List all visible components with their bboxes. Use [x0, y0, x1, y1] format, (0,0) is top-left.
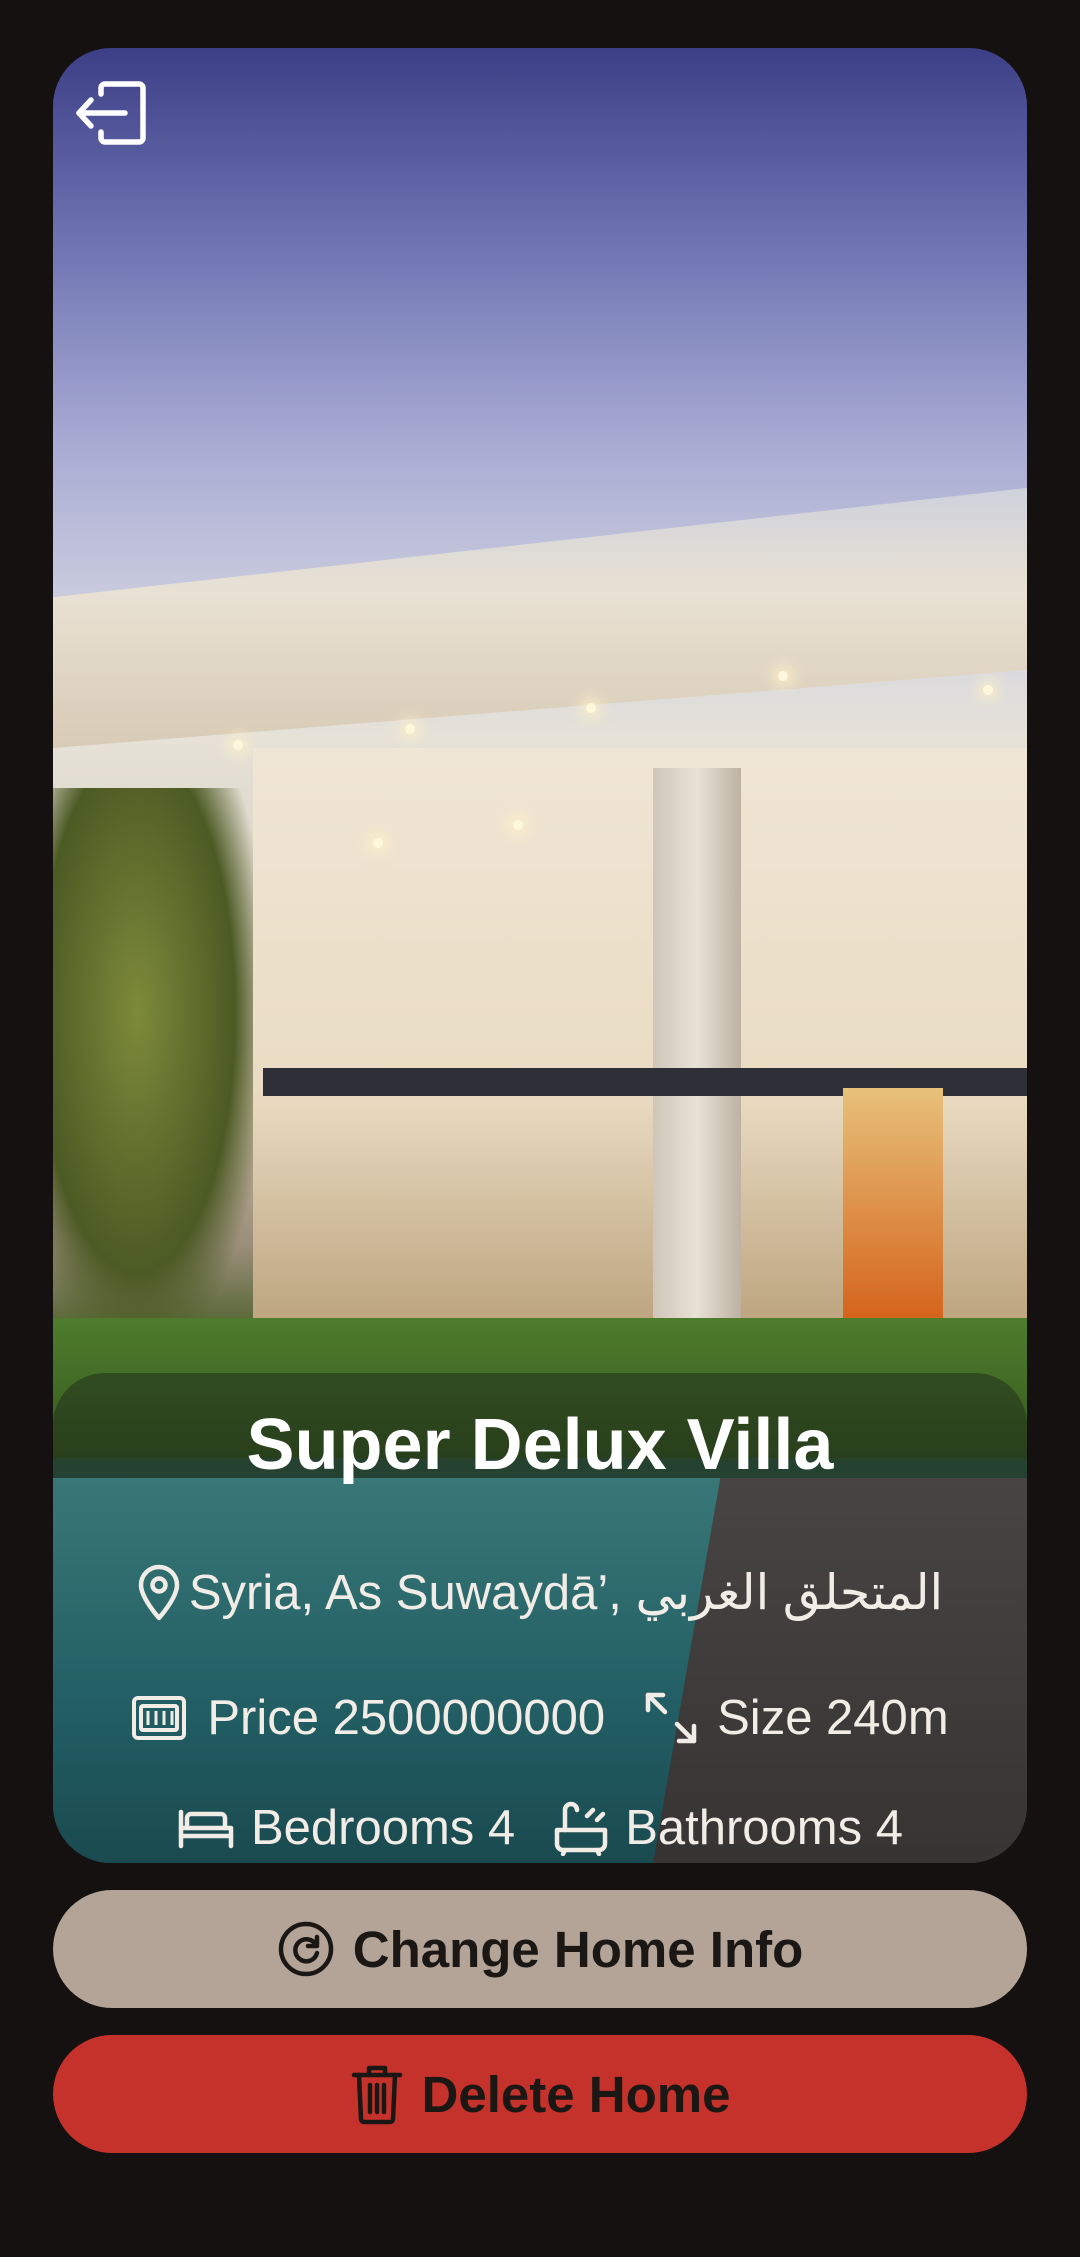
scene-light: [405, 724, 415, 734]
price-text: Price 2500000000: [207, 1691, 606, 1745]
home-title: Super Delux Villa: [246, 1405, 834, 1485]
scene-trees: [53, 788, 263, 1348]
location-text: Syria, As Suwaydā’, المتحلق الغربي: [188, 1566, 944, 1620]
bedrooms-text: Bedrooms 4: [250, 1801, 516, 1855]
change-home-info-label: Change Home Info: [352, 1920, 804, 1978]
scene-pillar: [653, 768, 741, 1348]
delete-home-button[interactable]: Delete Home: [53, 2035, 1027, 2153]
scene-light: [778, 671, 788, 681]
bathtub-icon: [554, 1801, 608, 1856]
logout-icon: [76, 81, 146, 145]
scene-light: [373, 838, 383, 848]
bathrooms-text: Bathrooms 4: [625, 1801, 903, 1855]
scene-light: [233, 740, 243, 750]
scene-roof: [53, 488, 1027, 748]
trash-icon: [351, 2065, 402, 2125]
delete-home-label: Delete Home: [421, 2065, 731, 2123]
size-text: Size 240m: [717, 1691, 949, 1745]
rooms-row: Bedrooms 4 Bathrooms 4: [53, 1798, 1027, 1858]
home-card: Super Delux Villa Syria, As Suwaydā’, ال…: [53, 48, 1027, 1863]
scene-door: [843, 1088, 943, 1318]
money-icon: [132, 1696, 187, 1740]
bed-icon: [178, 1809, 234, 1849]
change-home-info-button[interactable]: Change Home Info: [53, 1890, 1027, 2008]
price-size-row: Price 2500000000 Size 240m: [53, 1688, 1027, 1748]
scene-light: [513, 820, 523, 830]
location-pin-icon: [138, 1564, 180, 1621]
refresh-icon: [278, 1921, 333, 1977]
exit-button[interactable]: [71, 78, 151, 148]
scene-light: [586, 703, 596, 713]
location-row: Syria, As Suwaydā’, المتحلق الغربي: [53, 1563, 1027, 1623]
scene-light: [983, 685, 993, 695]
home-info-panel: Super Delux Villa Syria, As Suwaydā’, ال…: [53, 1373, 1027, 1863]
resize-arrows-icon: [645, 1692, 697, 1744]
